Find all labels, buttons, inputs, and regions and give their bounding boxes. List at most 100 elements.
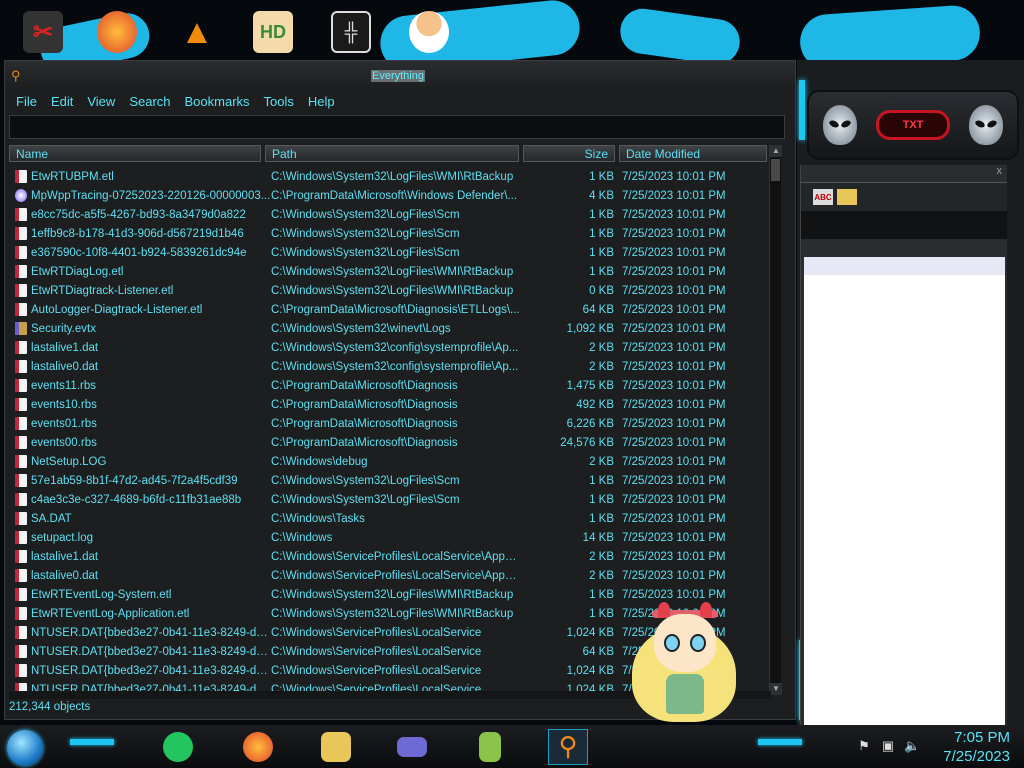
notepad-plus-icon[interactable] (470, 729, 510, 765)
neon-dots (70, 739, 114, 745)
volume-icon[interactable]: 🔈 (904, 739, 920, 753)
magnifier-icon: ⚲ (11, 68, 21, 83)
title-bar[interactable]: ⚲ Everything (5, 61, 795, 89)
scroll-up-icon[interactable]: ▲ (770, 145, 782, 157)
start-button[interactable] (7, 730, 43, 766)
table-row[interactable]: e367590c-10f8-4401-b924-5839261dc94e C:\W… (9, 243, 771, 262)
column-path[interactable]: Path (265, 145, 519, 162)
table-row[interactable]: lastalive1.dat C:\Windows\System32\config… (9, 338, 771, 357)
table-row[interactable]: lastalive0.dat C:\Windows\System32\config… (9, 357, 771, 376)
dress (666, 674, 704, 714)
row-name: 1effb9c8-b178-41d3-906d-d567219d1b46 (31, 227, 244, 240)
menu-bookmarks[interactable]: Bookmarks (178, 91, 257, 113)
doctor-icon[interactable] (404, 6, 454, 58)
firefox-icon[interactable] (238, 729, 278, 765)
row-date: 7/25/2023 10:01 PM (622, 322, 726, 335)
table-row[interactable]: 1effb9c8-b178-41d3-906d-d567219d1b46 C:\W… (9, 224, 771, 243)
table-row[interactable]: setupact.log C:\Windows 14 KB 7/25/2023 10:… (9, 528, 771, 547)
file-icon (15, 436, 27, 449)
vlc-icon[interactable]: ▲ (172, 6, 222, 58)
table-row[interactable]: events10.rbs C:\ProgramData\Microsoft\Dia… (9, 395, 771, 414)
notes-icon[interactable] (158, 729, 198, 765)
column-size[interactable]: Size (523, 145, 615, 162)
spellcheck-icon[interactable]: ABC (813, 189, 833, 205)
row-size: 1,092 KB (566, 322, 614, 335)
row-date: 7/25/2023 10:01 PM (622, 379, 726, 392)
table-row[interactable]: EtwRTUBPM.etl C:\Windows\System32\LogFile… (9, 167, 771, 186)
table-row[interactable]: events11.rbs C:\ProgramData\Microsoft\Dia… (9, 376, 771, 395)
table-row[interactable]: lastalive1.dat C:\Windows\ServiceProfiles… (9, 547, 771, 566)
window-manager-icon[interactable] (392, 729, 432, 765)
status-bar: 212,344 objects (9, 701, 91, 713)
file-explorer-icon[interactable] (316, 729, 356, 765)
file-icon (15, 379, 27, 392)
hxd-icon[interactable]: HD (248, 6, 298, 58)
row-size: 1 KB (589, 474, 614, 487)
alien-widget[interactable]: TXT (807, 90, 1019, 160)
search-input[interactable] (9, 115, 785, 139)
table-row[interactable]: NetSetup.LOG C:\Windows\debug 2 KB 7/25/202… (9, 452, 771, 471)
table-row[interactable]: AutoLogger-Diagtrack-Listener.etl C:\Prog… (9, 300, 771, 319)
everything-search-icon[interactable]: ⚲ (548, 729, 588, 765)
row-size: 1 KB (589, 588, 614, 601)
row-date: 7/25/2023 10:01 PM (622, 303, 726, 316)
column-date-modified[interactable]: Date Modified (619, 145, 767, 162)
menu-edit[interactable]: Edit (44, 91, 80, 113)
row-size: 492 KB (576, 398, 614, 411)
table-row[interactable]: MpWppTracing-07252023-220126-00000003...… (9, 186, 771, 205)
menu-tools[interactable]: Tools (257, 91, 301, 113)
row-size: 2 KB (589, 455, 614, 468)
table-row[interactable]: e8cc75dc-a5f5-4267-bd93-8a3479d0a822 C:\W… (9, 205, 771, 224)
gem-icon (15, 189, 27, 202)
row-name: EtwRTDiagtrack-Listener.etl (31, 284, 174, 297)
table-row[interactable]: events01.rbs C:\ProgramData\Microsoft\Dia… (9, 414, 771, 433)
row-size: 64 KB (582, 303, 614, 316)
row-path: C:\Windows\System32\LogFiles\Scm (271, 246, 460, 259)
menu-help[interactable]: Help (301, 91, 342, 113)
row-name: Security.evtx (31, 322, 96, 335)
table-row[interactable]: c4ae3c3e-c327-4689-b6fd-c11fb31ae88b C:\W… (9, 490, 771, 509)
clock-time: 7:05 PM (954, 729, 1010, 746)
vertical-scrollbar[interactable]: ▲ ▼ (769, 145, 782, 695)
widget-label: TXT (876, 110, 950, 140)
firefox-icon[interactable] (92, 6, 142, 58)
scroll-down-icon[interactable]: ▼ (770, 683, 782, 695)
table-row[interactable]: EtwRTDiagLog.etl C:\Windows\System32\LogF… (9, 262, 771, 281)
menu-search[interactable]: Search (122, 91, 177, 113)
scroll-thumb[interactable] (771, 159, 780, 181)
folder-icon[interactable] (837, 189, 857, 205)
menu-file[interactable]: File (9, 91, 44, 113)
row-path: C:\ProgramData\Microsoft\Diagnosis (271, 417, 458, 430)
table-row[interactable]: Security.evtx C:\Windows\System32\winevt\… (9, 319, 771, 338)
row-name: NTUSER.DAT{bbed3e27-0b41-11e3-8249-d6... (31, 664, 271, 677)
table-row[interactable]: EtwRTDiagtrack-Listener.etl C:\Windows\Sy… (9, 281, 771, 300)
network-icon[interactable]: ▣ (880, 739, 896, 753)
file-icon (15, 246, 27, 259)
row-name: events11.rbs (31, 379, 96, 392)
row-name: e8cc75dc-a5f5-4267-bd93-8a3479d0a822 (31, 208, 246, 221)
table-row[interactable]: lastalive0.dat C:\Windows\ServiceProfiles… (9, 566, 771, 585)
row-name: MpWppTracing-07252023-220126-00000003... (31, 189, 271, 202)
column-name[interactable]: Name (9, 145, 261, 162)
table-row[interactable]: events00.rbs C:\ProgramData\Microsoft\Dia… (9, 433, 771, 452)
menu-view[interactable]: View (80, 91, 122, 113)
close-icon[interactable]: x (801, 165, 1007, 183)
table-row[interactable]: SA.DAT C:\Windows\Tasks 1 KB 7/25/2023 10:0… (9, 509, 771, 528)
row-name: EtwRTEventLog-System.etl (31, 588, 172, 601)
row-size: 2 KB (589, 360, 614, 373)
alien-head-icon (823, 105, 857, 145)
row-path: C:\Windows\System32\config\systemprofile… (271, 360, 519, 373)
row-name: SA.DAT (31, 512, 72, 525)
table-row[interactable]: 57e1ab59-8b1f-47d2-ad45-7f2a4f5cdf39 C:\W… (9, 471, 771, 490)
tools-icon[interactable]: ✂ (18, 6, 68, 58)
row-name: events00.rbs (31, 436, 97, 449)
row-size: 1 KB (589, 493, 614, 506)
file-icon (15, 626, 27, 639)
background-window[interactable]: x ABC (800, 165, 1007, 725)
flag-icon[interactable]: ⚑ (856, 739, 872, 753)
clock[interactable]: 7:05 PM 7/25/2023 (943, 728, 1010, 766)
document-area[interactable] (804, 257, 1005, 725)
maze-icon[interactable]: ╬ (326, 6, 376, 58)
row-name: lastalive1.dat (31, 550, 99, 563)
character-sticker (632, 596, 736, 724)
